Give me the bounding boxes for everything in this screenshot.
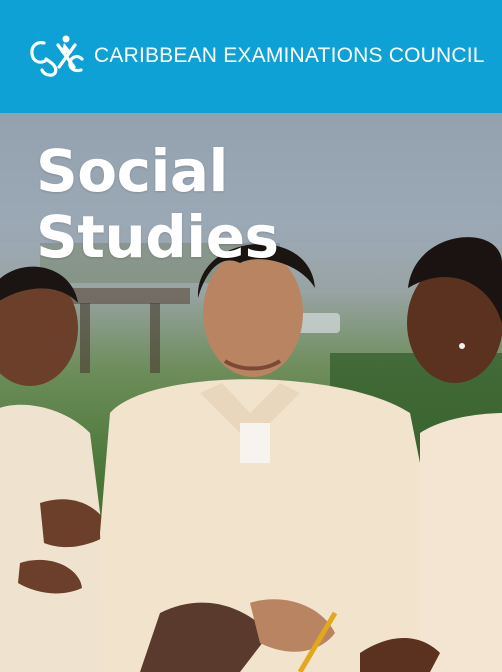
cxc-logo xyxy=(30,35,84,77)
organization-name: CARIBBEAN EXAMINATIONS COUNCIL xyxy=(94,44,485,67)
student-middle xyxy=(100,243,430,672)
student-left xyxy=(0,266,120,672)
title-line-studies: Studies xyxy=(36,203,279,271)
title-line-social: Social xyxy=(36,137,228,205)
book-cover: CARIBBEAN EXAMINATIONS COUNCIL Social St… xyxy=(0,0,502,672)
header-band: CARIBBEAN EXAMINATIONS COUNCIL xyxy=(0,0,502,113)
cover-title: Social Studies xyxy=(36,138,279,270)
